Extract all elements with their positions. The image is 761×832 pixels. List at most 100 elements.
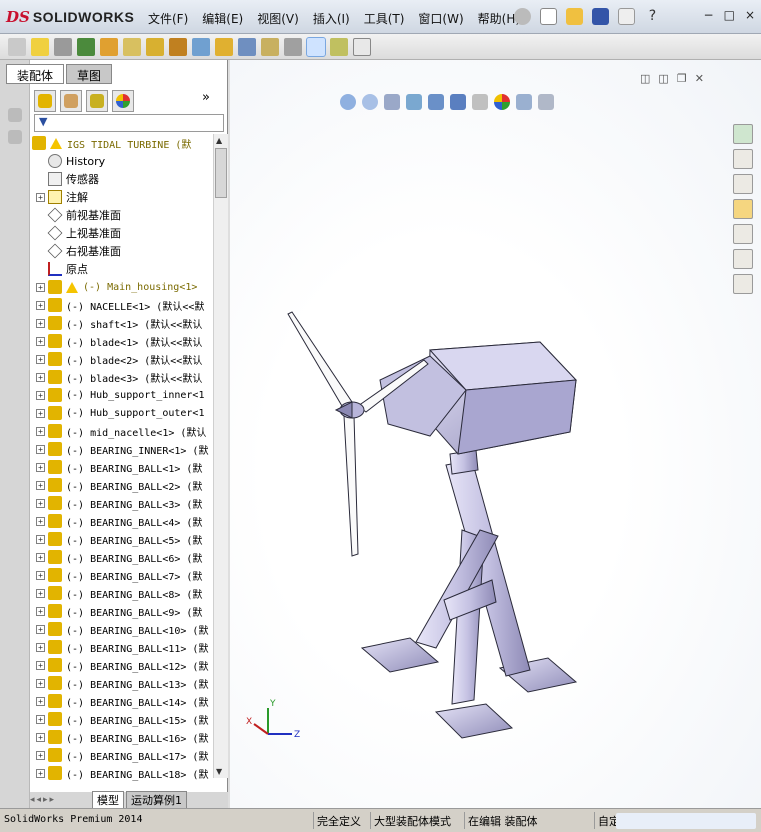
view-orientation-icon[interactable]	[428, 94, 444, 110]
tree-item[interactable]: + (-) BEARING_BALL<16> (默	[32, 728, 214, 746]
view-palette-icon[interactable]	[733, 224, 753, 244]
previous-view-icon[interactable]	[384, 94, 400, 110]
tree-item[interactable]: + (-) blade<2> (默认<<默认	[32, 350, 214, 368]
help-question-icon[interactable]: ?	[644, 8, 661, 25]
tree-item[interactable]: + 注解	[32, 188, 214, 206]
close-button[interactable]: ×	[745, 8, 755, 22]
scroll-down-arrow-icon[interactable]: ▼	[216, 767, 222, 776]
tree-item[interactable]: + (-) BEARING_BALL<7> (默	[32, 566, 214, 584]
expand-toggle-icon[interactable]: +	[36, 372, 45, 382]
expand-toggle-icon[interactable]: +	[36, 282, 45, 292]
tab-assembly[interactable]: 装配体	[6, 64, 65, 84]
zoom-to-fit-icon[interactable]	[340, 94, 356, 110]
tree-item[interactable]: History	[32, 152, 214, 170]
scroll-thumb[interactable]	[215, 148, 227, 198]
interference-detection-icon[interactable]	[306, 36, 326, 57]
viewport-close-icon[interactable]: ✕	[695, 72, 704, 85]
filter-funnel-icon[interactable]: ▼	[39, 115, 47, 128]
appearances-icon[interactable]	[733, 249, 753, 269]
menu-edit[interactable]: 编辑(E)	[202, 10, 243, 27]
file-explorer-icon[interactable]	[733, 199, 753, 219]
instant3d-icon[interactable]	[353, 37, 371, 56]
tree-item[interactable]: + (-) BEARING_BALL<8> (默	[32, 584, 214, 602]
expand-toggle-icon[interactable]: +	[36, 192, 45, 202]
expand-toggle-icon[interactable]: +	[36, 426, 45, 436]
edit-appearance-icon[interactable]	[494, 94, 510, 110]
assembly-features-icon[interactable]	[169, 37, 187, 56]
clearance-verification-icon[interactable]	[330, 37, 348, 56]
expand-toggle-icon[interactable]: +	[36, 390, 45, 400]
new-part-icon[interactable]	[31, 37, 49, 56]
expand-toggle-icon[interactable]: +	[36, 444, 45, 454]
hide-show-items-icon[interactable]	[472, 94, 488, 110]
show-hidden-icon[interactable]	[146, 37, 164, 56]
tree-item[interactable]: + (-) mid_nacelle<1> (默认	[32, 422, 214, 440]
expand-toggle-icon[interactable]: +	[36, 750, 45, 760]
tree-item[interactable]: + (-) BEARING_BALL<3> (默	[32, 494, 214, 512]
viewport-split-icon[interactable]: ◫	[640, 72, 650, 85]
tree-item[interactable]: + (-) BEARING_BALL<11> (默	[32, 638, 214, 656]
tree-item[interactable]: 传感器	[32, 170, 214, 188]
menu-view[interactable]: 视图(V)	[257, 10, 299, 27]
tree-item[interactable]: + (-) BEARING_BALL<13> (默	[32, 674, 214, 692]
linear-pattern-icon[interactable]	[77, 37, 95, 56]
new-document-icon[interactable]	[540, 8, 557, 25]
tree-item[interactable]: + (-) BEARING_INNER<1> (默	[32, 440, 214, 458]
dimension-icon[interactable]	[8, 130, 22, 144]
apply-scene-icon[interactable]	[516, 94, 532, 110]
menu-file[interactable]: 文件(F)	[148, 10, 188, 27]
tree-vertical-scrollbar[interactable]: ▲ ▼	[213, 134, 228, 778]
expand-toggle-icon[interactable]: +	[36, 588, 45, 598]
tree-item[interactable]: + (-) BEARING_BALL<4> (默	[32, 512, 214, 530]
configurationmanager-tab-icon[interactable]	[86, 90, 108, 112]
expand-toggle-icon[interactable]: +	[36, 318, 45, 328]
tree-item[interactable]: + (-) BEARING_BALL<6> (默	[32, 548, 214, 566]
maximize-button[interactable]: □	[724, 8, 735, 22]
tree-item[interactable]: 上视基准面	[32, 224, 214, 242]
expand-toggle-icon[interactable]: +	[36, 534, 45, 544]
displaymanager-tab-icon[interactable]	[112, 90, 134, 112]
save-icon[interactable]	[592, 8, 609, 25]
reference-geometry-icon[interactable]	[192, 37, 210, 56]
propertymanager-tab-icon[interactable]	[60, 90, 82, 112]
expand-toggle-icon[interactable]: +	[36, 480, 45, 490]
expand-toggle-icon[interactable]: +	[36, 570, 45, 580]
solidworks-resources-icon[interactable]	[733, 124, 753, 144]
expand-toggle-icon[interactable]: +	[36, 552, 45, 562]
tree-item[interactable]: 前视基准面	[32, 206, 214, 224]
viewport-restore-icon[interactable]: ❐	[677, 72, 687, 85]
expand-panel-chevron[interactable]: »	[202, 90, 210, 112]
tree-item[interactable]: + (-) shaft<1> (默认<<默认	[32, 314, 214, 332]
expand-toggle-icon[interactable]: +	[36, 498, 45, 508]
new-motion-study-icon[interactable]	[215, 37, 233, 56]
expand-toggle-icon[interactable]: +	[36, 336, 45, 346]
tab-sketch[interactable]: 草图	[66, 64, 113, 84]
expand-toggle-icon[interactable]: +	[36, 768, 45, 778]
tree-item[interactable]: + (-) BEARING_BALL<12> (默	[32, 656, 214, 674]
custom-properties-icon[interactable]	[733, 274, 753, 294]
view-settings-icon[interactable]	[538, 94, 554, 110]
smart-fasteners-icon[interactable]	[100, 37, 118, 56]
tree-item[interactable]: + (-) Hub_support_inner<1	[32, 386, 214, 404]
tree-item[interactable]: + (-) NACELLE<1> (默认<<默	[32, 296, 214, 314]
expand-toggle-icon[interactable]: +	[36, 624, 45, 634]
expand-toggle-icon[interactable]: +	[36, 732, 45, 742]
expand-toggle-icon[interactable]: +	[36, 678, 45, 688]
exploded-view-icon[interactable]	[261, 37, 279, 56]
tree-item[interactable]: + (-) BEARING_BALL<9> (默	[32, 602, 214, 620]
home-icon[interactable]	[733, 149, 753, 169]
graphics-area[interactable]: Y Z X	[230, 60, 761, 808]
expand-toggle-icon[interactable]: +	[36, 408, 45, 418]
menu-window[interactable]: 窗口(W)	[418, 10, 463, 27]
section-view-icon[interactable]	[406, 94, 422, 110]
tab-model[interactable]: 模型	[92, 791, 124, 809]
mate-icon[interactable]	[54, 37, 72, 56]
expand-toggle-icon[interactable]: +	[36, 300, 45, 310]
expand-toggle-icon[interactable]: +	[36, 606, 45, 616]
tree-item[interactable]: + (-) BEARING_BALL<18> (默	[32, 764, 214, 782]
ime-toolbar[interactable]	[616, 813, 756, 829]
tree-item[interactable]: + (-) BEARING_BALL<15> (默	[32, 710, 214, 728]
design-library-icon[interactable]	[733, 174, 753, 194]
tree-item[interactable]: + (-) BEARING_BALL<14> (默	[32, 692, 214, 710]
move-component-icon[interactable]	[123, 37, 141, 56]
